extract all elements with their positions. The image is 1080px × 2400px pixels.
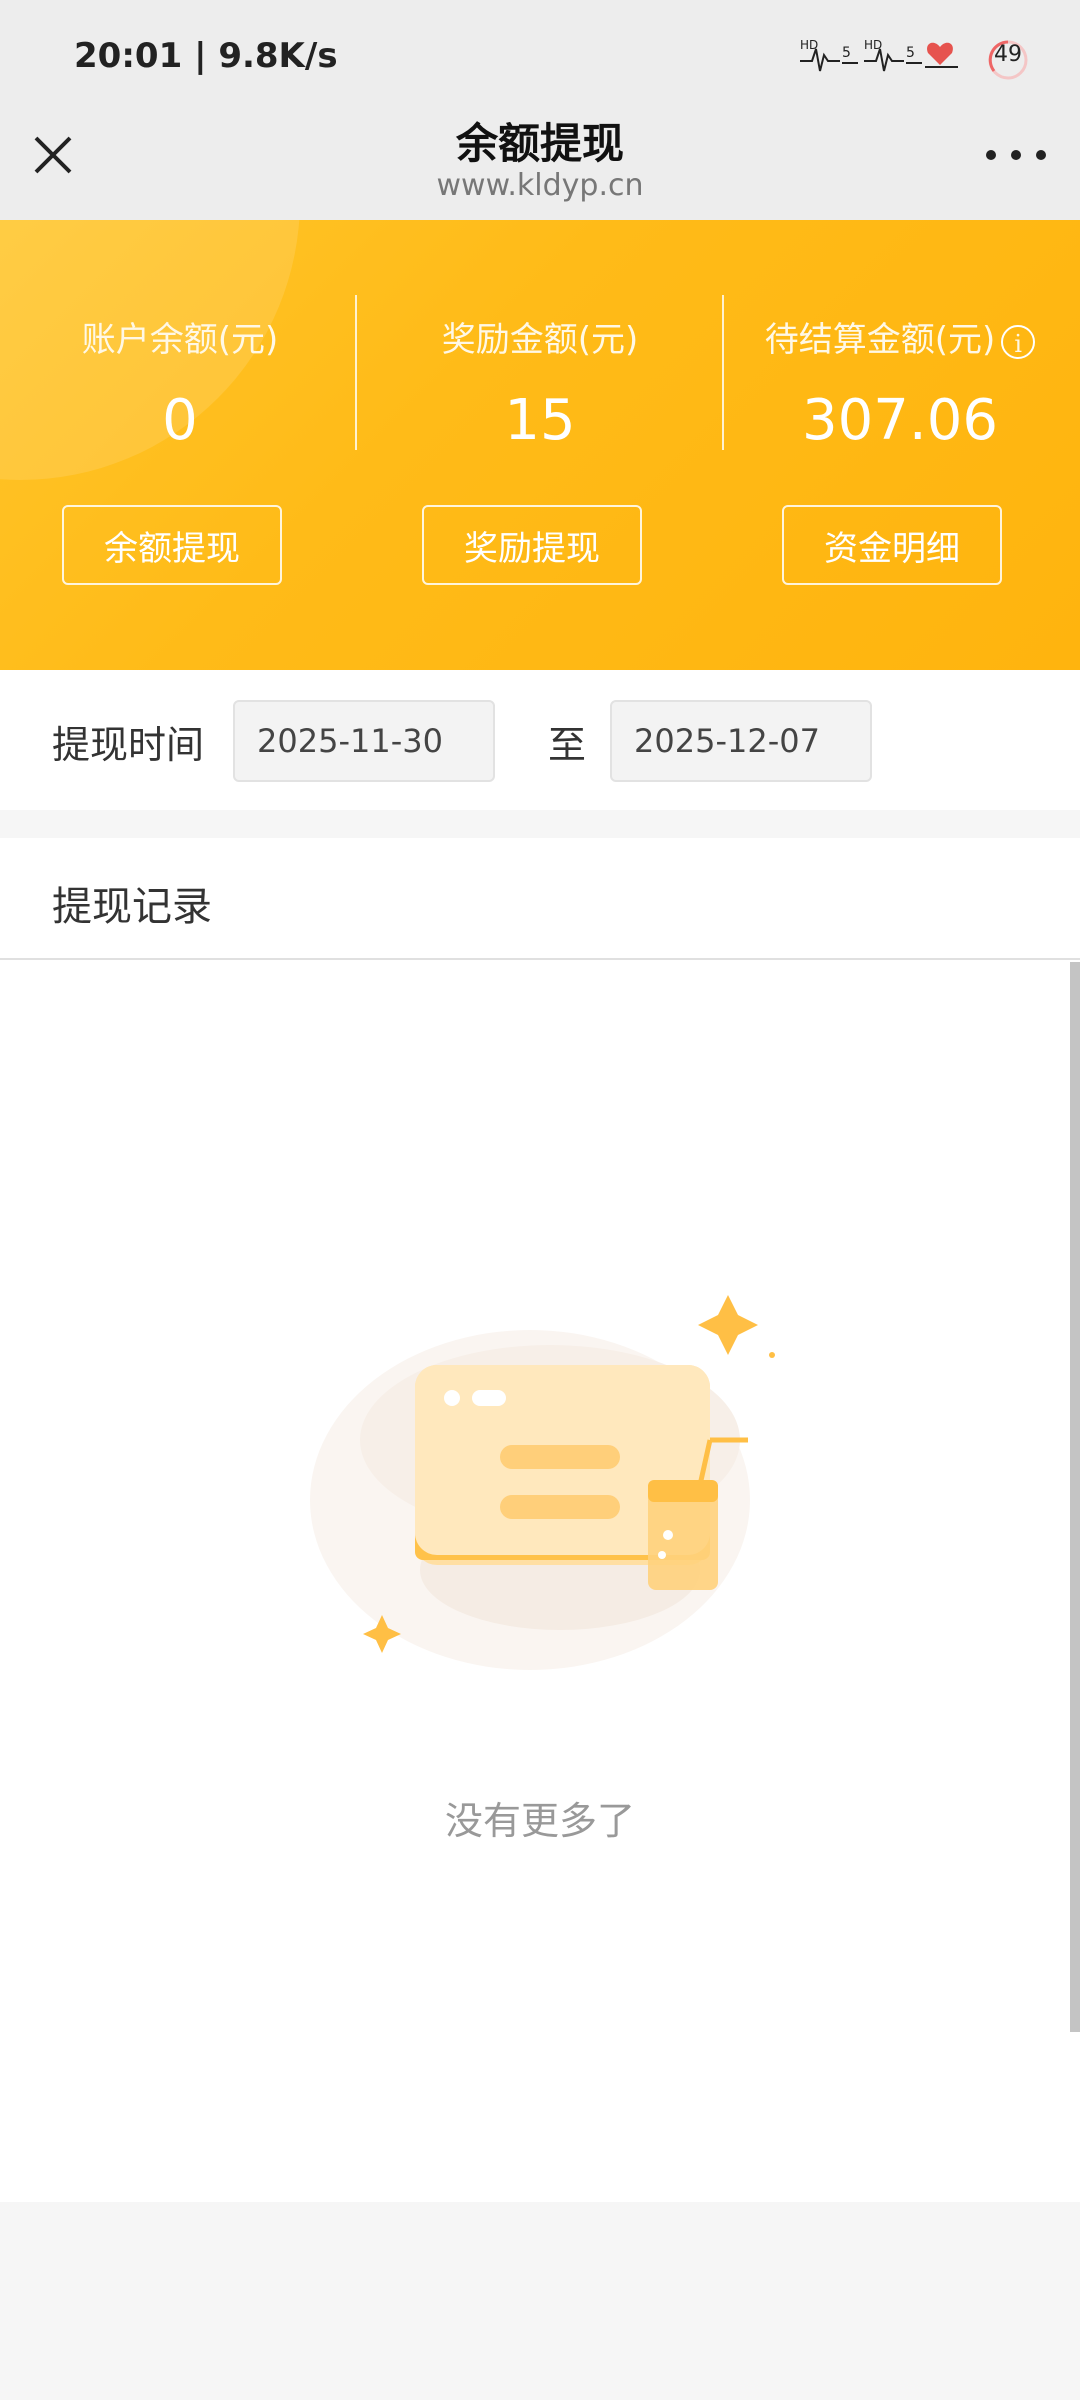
account-balance-column: 账户余额(元) 0 余额提现 [0, 220, 360, 670]
more-dot-icon [1011, 150, 1021, 160]
signal-icon: HD 5 HD 5 [800, 38, 958, 72]
more-dot-icon [1036, 150, 1046, 160]
pending-amount-column: 待结算金额(元) i 307.06 资金明细 [720, 220, 1080, 670]
pending-amount-value: 307.06 [802, 388, 998, 453]
signal-num-2: 5 [906, 45, 915, 61]
balance-withdraw-button[interactable]: 余额提现 [62, 505, 282, 585]
reward-amount-value: 15 [504, 388, 576, 453]
pending-amount-label-row: 待结算金额(元) i [720, 312, 1080, 361]
pending-amount-label: 待结算金额(元) [764, 320, 996, 360]
page-title: 余额提现 [455, 119, 624, 168]
signal-num: 5 [842, 45, 851, 61]
empty-state-message: 没有更多了 [444, 1799, 635, 1843]
date-range-separator: 至 [548, 723, 587, 767]
column-divider [355, 295, 357, 450]
scrollbar[interactable] [1070, 962, 1080, 2032]
more-dot-icon [986, 150, 996, 160]
status-time: 20:01 | 9.8K/s [74, 36, 338, 76]
withdraw-time-label: 提现时间 [52, 723, 205, 767]
fund-details-button[interactable]: 资金明细 [782, 505, 1002, 585]
top-nav-bar: 余额提现 www.kldyp.cn [0, 110, 1080, 220]
reward-amount-column: 奖励金额(元) 15 奖励提现 [360, 220, 720, 670]
reward-withdraw-button[interactable]: 奖励提现 [422, 505, 642, 585]
status-icons: HD 5 HD 5 [800, 30, 970, 80]
end-date-field[interactable]: 2025-12-07 [610, 700, 872, 782]
account-balance-value: 0 [162, 388, 198, 453]
more-options-button[interactable] [986, 140, 1046, 170]
balance-summary-banner: 账户余额(元) 0 余额提现 奖励金额(元) 15 奖励提现 待结算金额(元) i… [0, 220, 1080, 670]
reward-amount-label: 奖励金额(元) [441, 320, 639, 360]
date-filter: 提现时间 2025-11-30 至 2025-12-07 [0, 670, 1080, 810]
account-balance-label: 账户余额(元) [81, 320, 279, 360]
battery-level: 49 [994, 42, 1022, 67]
records-list[interactable]: 没有更多了 [0, 960, 1080, 2202]
records-header: 提现记录 [0, 838, 1080, 960]
start-date-field[interactable]: 2025-11-30 [233, 700, 495, 782]
page-url: www.kldyp.cn [436, 168, 644, 203]
status-bar: 20:01 | 9.8K/s HD 5 HD 5 49 [0, 0, 1080, 110]
records-title: 提现记录 [52, 884, 212, 930]
info-icon[interactable]: i [1001, 324, 1036, 359]
empty-state-illustration-icon [310, 1295, 775, 1670]
